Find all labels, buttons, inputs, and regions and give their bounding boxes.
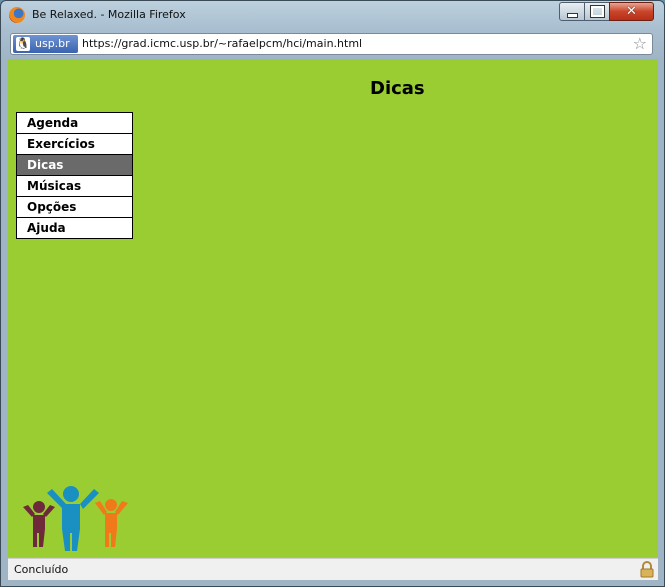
tux-site-icon: 🐧	[16, 37, 30, 51]
menu-item-opcoes[interactable]: Opções	[16, 197, 133, 218]
url-field[interactable]: https://grad.icmc.usp.br/~rafaelpcm/hci/…	[82, 37, 362, 50]
close-icon: ✕	[626, 4, 637, 19]
close-button[interactable]: ✕	[609, 2, 654, 21]
address-bar[interactable]: 🐧 usp.br https://grad.icmc.usp.br/~rafae…	[10, 33, 653, 55]
site-identity-button[interactable]: 🐧 usp.br	[13, 35, 78, 53]
status-bar: Concluído	[8, 558, 658, 580]
browser-window: Be Relaxed. - Mozilla Firefox ✕ 🐧 usp.br…	[0, 0, 665, 587]
page-content: Dicas Agenda Exercícios Dicas Músicas Op…	[8, 59, 658, 557]
site-identity-label: usp.br	[35, 37, 70, 50]
status-text: Concluído	[14, 563, 69, 576]
menu-item-ajuda[interactable]: Ajuda	[16, 218, 133, 239]
minimize-button[interactable]	[559, 2, 585, 21]
menu-item-exercicios[interactable]: Exercícios	[16, 134, 133, 155]
lock-icon[interactable]	[639, 561, 655, 578]
minimize-icon	[566, 12, 578, 18]
nav-menu: Agenda Exercícios Dicas Músicas Opções A…	[16, 112, 133, 239]
maximize-icon	[589, 5, 605, 18]
menu-item-musicas[interactable]: Músicas	[16, 176, 133, 197]
maximize-button[interactable]	[584, 2, 610, 21]
title-bar[interactable]: Be Relaxed. - Mozilla Firefox ✕	[1, 1, 664, 29]
page-title: Dicas	[370, 78, 425, 99]
star-icon[interactable]: ☆	[633, 34, 647, 53]
menu-item-agenda[interactable]: Agenda	[16, 112, 133, 134]
people-logo-icon	[23, 486, 128, 551]
window-title: Be Relaxed. - Mozilla Firefox	[32, 8, 186, 21]
firefox-logo-icon	[9, 7, 25, 23]
menu-item-dicas[interactable]: Dicas	[16, 155, 133, 176]
